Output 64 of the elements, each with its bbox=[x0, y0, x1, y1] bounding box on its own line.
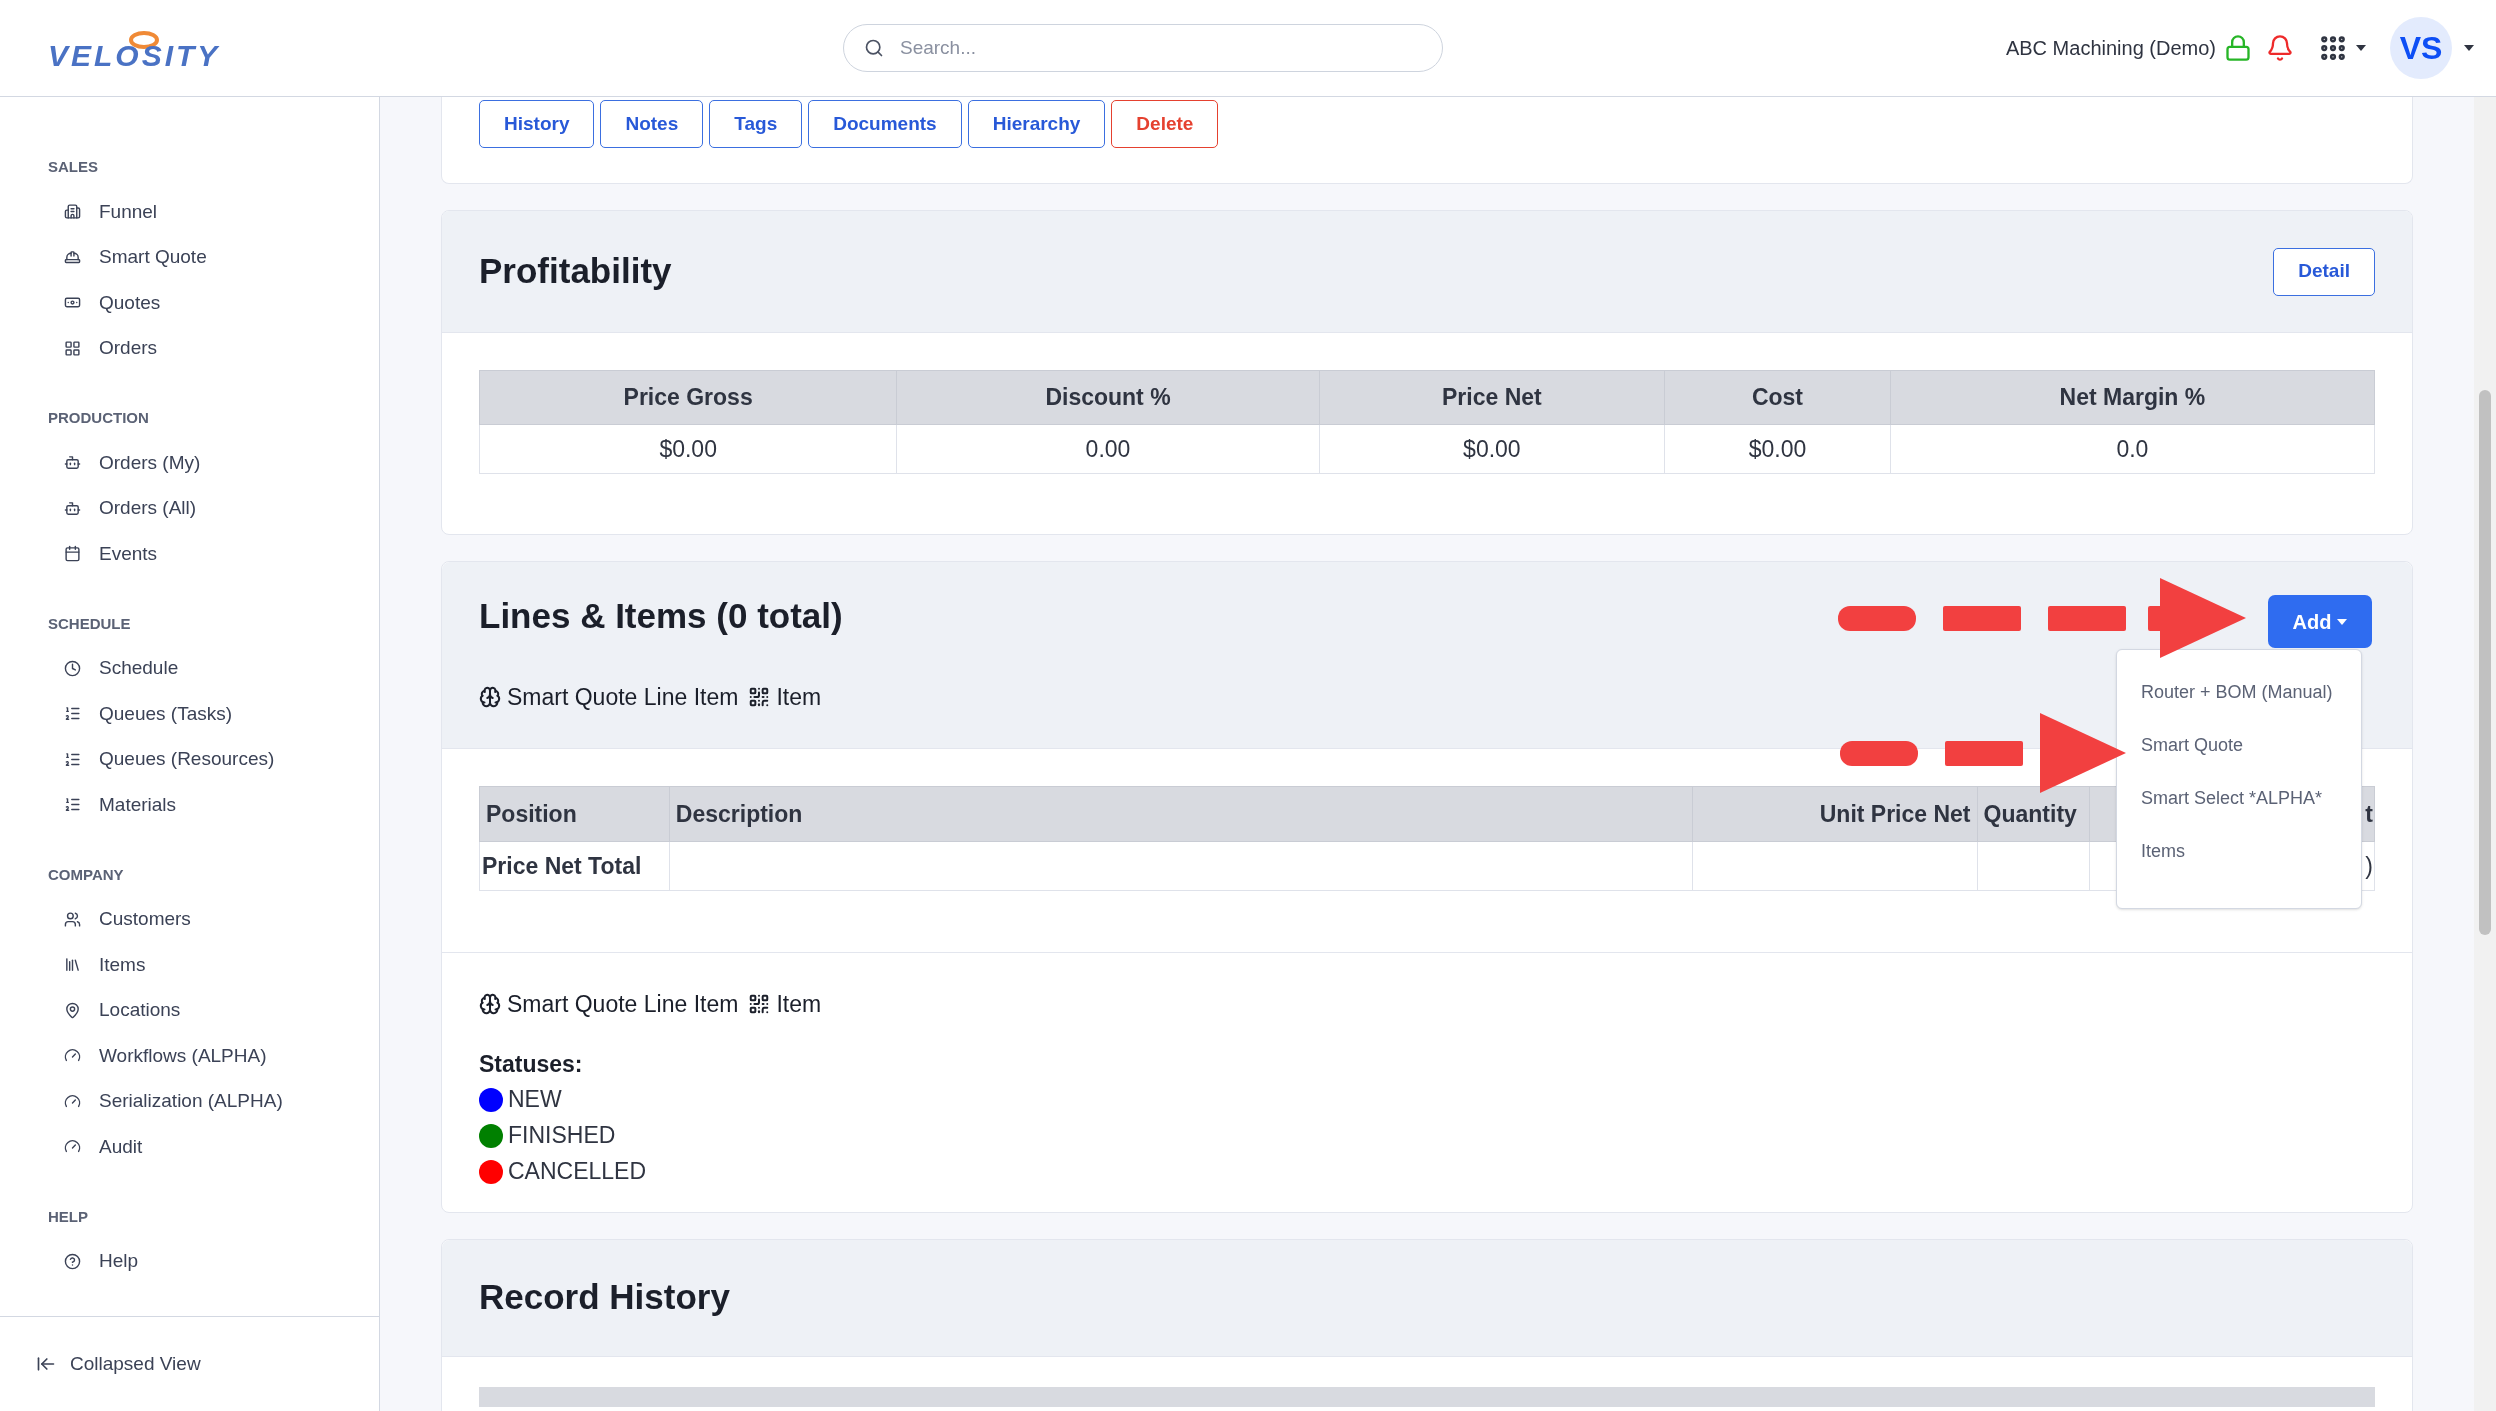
record-button[interactable]: Hierarchy bbox=[967, 100, 1106, 148]
column-header: Position bbox=[479, 786, 670, 842]
column-header: Price Net bbox=[1319, 370, 1665, 425]
section-heading: SALES bbox=[48, 157, 99, 177]
table-cell: $0.00 bbox=[1664, 424, 1891, 474]
company-name: ABC Machining (Demo) bbox=[2005, 36, 2216, 61]
sidebar-item[interactable]: Queues (Resources) bbox=[48, 736, 379, 782]
detail-button[interactable]: Detail bbox=[2273, 247, 2375, 296]
sidebar-item[interactable]: Locations bbox=[48, 987, 379, 1033]
sidebar-item[interactable]: Events bbox=[48, 531, 379, 577]
sidebar-item[interactable]: Workflows (ALPHA) bbox=[48, 1033, 379, 1079]
legend-label: Smart Quote Line Item bbox=[507, 990, 739, 1019]
sidebar-item[interactable]: Orders bbox=[48, 325, 379, 371]
table-cell: 0.0 bbox=[1890, 424, 2375, 474]
section-heading: HELP bbox=[48, 1206, 89, 1227]
column-header: Price Gross bbox=[479, 370, 897, 425]
sidebar-item[interactable]: Funnel bbox=[48, 189, 379, 235]
column-header: Unit Price Net bbox=[1692, 786, 1978, 842]
sidebar-item[interactable]: Items bbox=[48, 942, 379, 988]
column-header: Net Margin % bbox=[1890, 370, 2375, 425]
column-header: Discount % bbox=[896, 370, 1320, 425]
card-title: Lines & Items (0 total) bbox=[479, 595, 843, 637]
legend-label: Item bbox=[776, 990, 822, 1019]
add-button[interactable]: Add bbox=[2270, 597, 2370, 646]
record-button[interactable]: History bbox=[479, 100, 595, 148]
column-header: Cost bbox=[1664, 370, 1891, 425]
status-label: FINISHED bbox=[508, 1121, 616, 1151]
record-button[interactable]: Tags bbox=[709, 100, 803, 148]
sidebar-item[interactable]: Audit bbox=[48, 1124, 379, 1170]
search-field[interactable]: Search... bbox=[842, 24, 1443, 72]
sidebar-item[interactable]: Serialization (ALPHA) bbox=[48, 1078, 379, 1124]
menu-item[interactable]: Smart Quote bbox=[2117, 719, 2361, 772]
record-button[interactable]: Notes bbox=[600, 100, 704, 148]
sidebar-item[interactable]: Smart Quote bbox=[48, 234, 379, 280]
section-heading: PRODUCTION bbox=[48, 408, 150, 428]
legend-label: Smart Quote Line Item bbox=[507, 683, 739, 712]
table-cell: $0.00 bbox=[1319, 424, 1665, 474]
status-label: NEW bbox=[508, 1085, 562, 1115]
sidebar-item[interactable]: Help bbox=[48, 1238, 379, 1284]
sidebar-item[interactable]: Materials bbox=[48, 782, 379, 828]
record-button[interactable]: Delete bbox=[1111, 100, 1219, 148]
sidebar-item[interactable]: Customers bbox=[48, 896, 379, 942]
sidebar-item[interactable]: Orders (All) bbox=[48, 485, 379, 531]
section-heading: COMPANY bbox=[48, 864, 125, 885]
collapse-sidebar-button[interactable]: Collapsed View bbox=[0, 1349, 201, 1379]
avatar: VS bbox=[2390, 17, 2452, 79]
table-cell: Price Net Total bbox=[479, 841, 670, 891]
status-label: CANCELLED bbox=[508, 1157, 647, 1187]
legend-label: Item bbox=[776, 683, 822, 712]
card-title: Profitability bbox=[479, 250, 672, 293]
table-cell: 0.00 bbox=[896, 424, 1320, 474]
column-header: Description bbox=[669, 786, 1693, 842]
menu-item[interactable]: Router + BOM (Manual) bbox=[2117, 666, 2361, 719]
table-cell: $0.00 bbox=[479, 424, 897, 474]
record-button[interactable]: Documents bbox=[808, 100, 962, 148]
user-menu-button[interactable]: VS bbox=[2390, 17, 2474, 79]
logo[interactable]: VELOSITY bbox=[48, 26, 238, 70]
statuses-heading: Statuses: bbox=[479, 1049, 584, 1079]
sidebar-item[interactable]: Orders (My) bbox=[48, 440, 379, 486]
section-heading: SCHEDULE bbox=[48, 613, 132, 634]
sidebar-item[interactable]: Quotes bbox=[48, 280, 379, 326]
sidebar-item[interactable]: Schedule bbox=[48, 645, 379, 691]
card-title: Record History bbox=[479, 1276, 730, 1319]
sidebar-item[interactable]: Queues (Tasks) bbox=[48, 691, 379, 737]
